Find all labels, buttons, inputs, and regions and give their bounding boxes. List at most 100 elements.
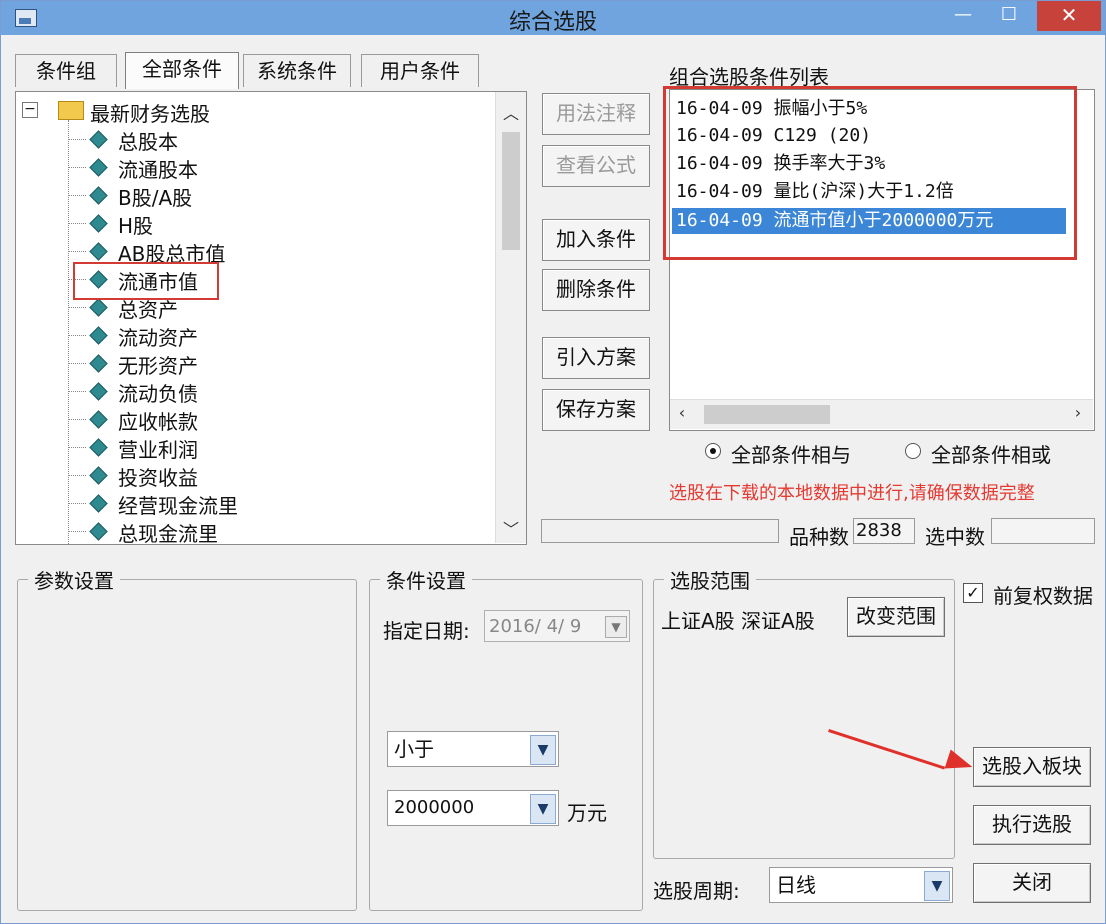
- tab-condition-group[interactable]: 条件组: [15, 54, 117, 87]
- condition-icon: [89, 522, 108, 541]
- collapse-icon[interactable]: −: [22, 102, 38, 118]
- add-to-block-button[interactable]: 选股入板块: [973, 747, 1091, 787]
- operator-select[interactable]: 小于 ▼: [387, 731, 559, 767]
- tree-item[interactable]: AB股总市值: [68, 238, 468, 266]
- tree-item[interactable]: 总股本: [68, 126, 468, 154]
- tree-item-label: 总现金流里: [118, 522, 218, 545]
- tree-item[interactable]: 投资收益: [68, 462, 468, 490]
- tree-item[interactable]: 应收帐款: [68, 406, 468, 434]
- import-plan-button[interactable]: 引入方案: [542, 337, 650, 379]
- tree-item-label: B股/A股: [118, 186, 193, 210]
- tree-vertical-scrollbar[interactable]: ︿ ﹀: [495, 92, 526, 543]
- variety-count-value: 2838: [853, 518, 915, 544]
- tree-branch: [68, 363, 86, 364]
- progress-bar: [541, 519, 779, 543]
- amount-unit: 万元: [567, 801, 607, 825]
- tree-item[interactable]: B股/A股: [68, 182, 468, 210]
- tree-item[interactable]: 流通股本: [68, 154, 468, 182]
- tree-item-label: 投资收益: [118, 466, 198, 490]
- data-warning-text: 选股在下载的本地数据中进行,请确保数据完整: [669, 483, 1035, 504]
- adjusted-data-checkbox[interactable]: ✓: [963, 583, 983, 603]
- tree-item-label: 流通股本: [118, 158, 198, 182]
- period-select[interactable]: 日线 ▼: [769, 867, 953, 903]
- tree-branch: [68, 391, 86, 392]
- condition-icon: [89, 186, 108, 205]
- tree-branch: [68, 419, 86, 420]
- chevron-down-icon[interactable]: ▼: [605, 616, 627, 638]
- scroll-right-icon[interactable]: ›: [1068, 403, 1088, 422]
- radio-or[interactable]: [905, 443, 921, 459]
- delete-condition-button[interactable]: 删除条件: [542, 269, 650, 311]
- add-condition-button[interactable]: 加入条件: [542, 219, 650, 261]
- date-picker[interactable]: 2016/ 4/ 9 ▼: [484, 610, 630, 642]
- tree-item-label: 流动资产: [118, 326, 198, 350]
- condition-icon: [89, 494, 108, 513]
- condition-icon: [89, 466, 108, 485]
- period-value: 日线: [776, 873, 816, 897]
- date-label: 指定日期:: [383, 619, 470, 643]
- date-value: 2016/ 4/ 9: [489, 616, 582, 637]
- condition-icon: [89, 298, 108, 317]
- folder-icon: [58, 101, 84, 120]
- condition-settings-title: 条件设置: [380, 565, 472, 594]
- tree-item[interactable]: 无形资产: [68, 350, 468, 378]
- amount-select[interactable]: 2000000 ▼: [387, 790, 559, 826]
- tree-branch: [68, 139, 86, 140]
- execute-screening-button[interactable]: 执行选股: [973, 805, 1091, 845]
- tree-branch: [68, 167, 86, 168]
- radio-and-label: 全部条件相与: [731, 443, 851, 467]
- scrollbar-thumb[interactable]: [704, 405, 830, 424]
- tree-branch: [68, 195, 86, 196]
- period-label: 选股周期:: [653, 879, 740, 903]
- tab-all-conditions[interactable]: 全部条件: [125, 52, 239, 89]
- save-plan-button[interactable]: 保存方案: [542, 389, 650, 431]
- chevron-down-icon[interactable]: ▼: [924, 871, 950, 901]
- close-button[interactable]: 关闭: [973, 863, 1091, 903]
- condition-icon: [89, 242, 108, 261]
- scroll-down-icon[interactable]: ﹀: [496, 516, 526, 540]
- change-range-button[interactable]: 改变范围: [847, 597, 945, 637]
- condition-icon: [89, 410, 108, 429]
- tree-item[interactable]: 经营现金流里: [68, 490, 468, 518]
- tree-item[interactable]: H股: [68, 210, 468, 238]
- stock-screener-window: 综合选股 — ☐ ✕ 条件组 全部条件 系统条件 用户条件 − 最新财务选股 总…: [0, 0, 1106, 924]
- tree-branch: [68, 251, 86, 252]
- selected-count-label: 选中数: [925, 525, 985, 549]
- highlight-box-condition-list: [663, 86, 1077, 260]
- tab-user-conditions[interactable]: 用户条件: [361, 54, 479, 87]
- tree-item-label: H股: [118, 214, 154, 238]
- radio-and[interactable]: [705, 443, 721, 459]
- usage-note-button[interactable]: 用法注释: [542, 93, 650, 135]
- selected-count-value: [991, 518, 1095, 544]
- tree-item[interactable]: 营业利润: [68, 434, 468, 462]
- condition-icon: [89, 438, 108, 457]
- condition-icon: [89, 130, 108, 149]
- title-bar: 综合选股 — ☐ ✕: [1, 1, 1105, 35]
- tree-branch: [68, 335, 86, 336]
- list-horizontal-scrollbar[interactable]: ‹ ›: [670, 399, 1093, 429]
- tree-branch: [68, 531, 86, 532]
- view-formula-button[interactable]: 查看公式: [542, 145, 650, 187]
- tree-item[interactable]: 流动资产: [68, 322, 468, 350]
- tree-item-label: 总股本: [118, 130, 178, 154]
- window-title: 综合选股: [508, 10, 597, 35]
- tree-branch: [68, 475, 86, 476]
- amount-value: 2000000: [394, 797, 475, 818]
- range-group-title: 选股范围: [664, 565, 756, 594]
- condition-tree[interactable]: − 最新财务选股 总股本 流通股本 B股/A股 H股 AB股总市值 流通市值 总…: [15, 91, 527, 545]
- condition-icon: [89, 214, 108, 233]
- chevron-down-icon[interactable]: ▼: [530, 794, 556, 824]
- maximize-button[interactable]: ☐: [987, 1, 1031, 31]
- condition-icon: [89, 354, 108, 373]
- variety-count-label: 品种数: [789, 525, 849, 549]
- minimize-button[interactable]: —: [941, 1, 985, 31]
- scroll-up-icon[interactable]: ︿: [496, 100, 526, 124]
- tree-item[interactable]: 流动负债: [68, 378, 468, 406]
- tree-item[interactable]: 总现金流里: [68, 518, 468, 544]
- tree-branch: [68, 447, 86, 448]
- scrollbar-thumb[interactable]: [502, 132, 520, 250]
- scroll-left-icon[interactable]: ‹: [672, 403, 692, 422]
- close-window-button[interactable]: ✕: [1037, 1, 1101, 31]
- chevron-down-icon[interactable]: ▼: [530, 735, 556, 765]
- tab-system-conditions[interactable]: 系统条件: [243, 54, 351, 87]
